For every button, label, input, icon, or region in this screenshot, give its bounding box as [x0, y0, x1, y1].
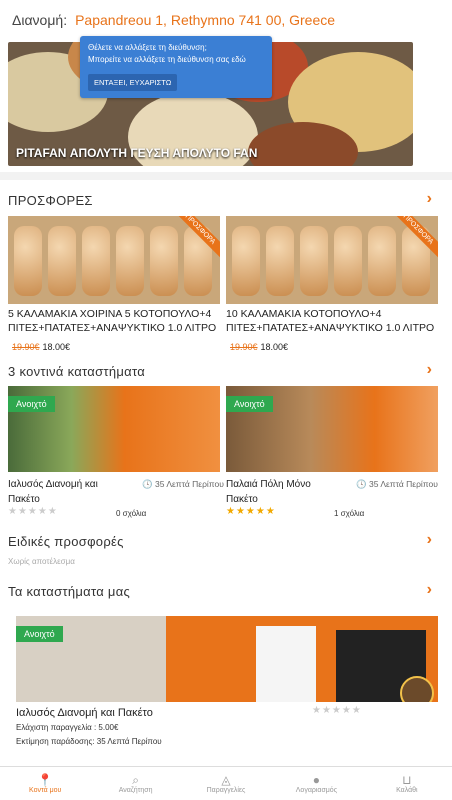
nav-account[interactable]: ● Λογαριασμός — [271, 767, 361, 800]
delivery-label: Διανομή: — [12, 12, 68, 28]
store-card-image[interactable]: Ανοιχτό — [226, 386, 438, 472]
store-name[interactable]: Ιαλυσός Διανομή και Πακέτο — [8, 477, 118, 507]
delivery-estimate-text: Εκτίμηση παράδοσης: 35 Λεπτά Περίπου — [16, 737, 162, 746]
nearby-title: 3 κοντινά καταστήματα — [8, 364, 146, 379]
tooltip-question: Θέλετε να αλλάξετε τη διεύθυνση; — [88, 43, 207, 52]
offers-title: ΠΡΟΣΦΟΡΕΣ — [8, 193, 93, 208]
open-badge: Ανοιχτό — [226, 396, 273, 412]
basket-icon: ⊔ — [402, 773, 412, 787]
our-store-name[interactable]: Ιαλυσός Διανομή και Πακέτο — [16, 707, 153, 719]
offer-title[interactable]: 5 ΚΑΛΑΜΑΚΙΑ ΧΟΙΡΙΝΑ 5 ΚΟΤΟΠΟΥΛΟ+4 ΠΙΤΕΣ+… — [8, 307, 223, 335]
nav-search[interactable]: ⌕ Αναζήτηση — [90, 767, 180, 800]
address-tooltip: Θέλετε να αλλάξετε τη διεύθυνση; Μπορείτ… — [80, 36, 272, 98]
no-results-text: Χωρίς αποτέλεσμα — [8, 557, 75, 566]
offer-price: 19.90€ 18.00€ — [12, 337, 70, 355]
nav-orders[interactable]: ◬ Παραγγελίες — [181, 767, 271, 800]
new-price: 18.00€ — [260, 342, 289, 352]
logo-icon — [400, 676, 434, 702]
offer-title[interactable]: 10 ΚΑΛΑΜΑΚΙΑ ΚΟΤΟΠΟΥΛΟ+4 ΠΙΤΕΣ+ΠΑΤΑΤΕΣ+Α… — [226, 307, 441, 335]
tooltip-hint: Μπορείτε να αλλάξετε τη διεύθυνση σας εδ… — [88, 55, 246, 64]
search-icon: ⌕ — [132, 773, 139, 787]
min-order-text: Ελάχιστη παραγγελία : 5.00€ — [16, 723, 119, 732]
store-name[interactable]: Παλαιά Πόλη Μόνο Πακέτο — [226, 477, 336, 507]
store-delivery-time: 🕓 35 Λεπτά Περίπου — [356, 479, 438, 489]
store-card-image[interactable]: Ανοιχτό — [8, 386, 220, 472]
delivery-address-link[interactable]: Papandreou 1, Rethymno 741 00, Greece — [75, 12, 335, 28]
old-price: 19.90€ — [230, 342, 258, 352]
review-count: 0 σχόλια — [116, 509, 147, 518]
tooltip-ok-button[interactable]: ΕΝΤΑΞΕΙ, ΕΥΧΑΡΙΣΤΩ — [88, 74, 178, 91]
user-icon: ● — [312, 773, 321, 787]
our-stores-chevron-icon[interactable]: › — [427, 581, 432, 599]
location-pin-icon: 📍 — [37, 773, 53, 787]
offer-card-image[interactable]: ΠΡΟΣΦΟΡΑ — [8, 216, 220, 304]
open-badge: Ανοιχτό — [8, 396, 55, 412]
delivery-bar: Διανομή: Papandreou 1, Rethymno 741 00, … — [0, 0, 452, 40]
special-offers-title: Ειδικές προσφορές — [8, 534, 124, 549]
rating-stars: ★★★★★ — [226, 506, 276, 517]
hero-caption: PITAFAN ΑΠΟΛΥΤΗ ΓΕΥΣΗ ΑΠΟΛΥΤΟ FAN — [16, 146, 258, 160]
offers-chevron-icon[interactable]: › — [427, 190, 432, 208]
offer-price: 19.90€ 18.00€ — [230, 337, 288, 355]
our-store-card-image[interactable]: Ανοιχτό — [16, 616, 438, 702]
nav-basket[interactable]: ⊔ Καλάθι — [362, 767, 452, 800]
nearby-chevron-icon[interactable]: › — [427, 361, 432, 379]
separator — [0, 172, 452, 180]
special-offers-chevron-icon[interactable]: › — [427, 531, 432, 549]
old-price: 19.90€ — [12, 342, 40, 352]
store-delivery-time: 🕓 35 Λεπτά Περίπου — [142, 479, 224, 489]
pizza-slice-icon: ◬ — [221, 773, 231, 787]
offer-card-image[interactable]: ΠΡΟΣΦΟΡΑ — [226, 216, 438, 304]
nav-near-me[interactable]: 📍 Κοντά μου — [0, 767, 90, 800]
rating-stars: ★★★★★ — [312, 705, 362, 716]
clock-icon: 🕓 — [142, 479, 153, 489]
clock-icon: 🕓 — [356, 479, 367, 489]
rating-stars: ★★★★★ — [8, 506, 58, 517]
review-count: 1 σχόλια — [334, 509, 365, 518]
bottom-nav: 📍 Κοντά μου ⌕ Αναζήτηση ◬ Παραγγελίες ● … — [0, 766, 452, 800]
open-badge: Ανοιχτό — [16, 626, 63, 642]
new-price: 18.00€ — [42, 342, 71, 352]
our-stores-title: Τα καταστήματα μας — [8, 584, 131, 599]
